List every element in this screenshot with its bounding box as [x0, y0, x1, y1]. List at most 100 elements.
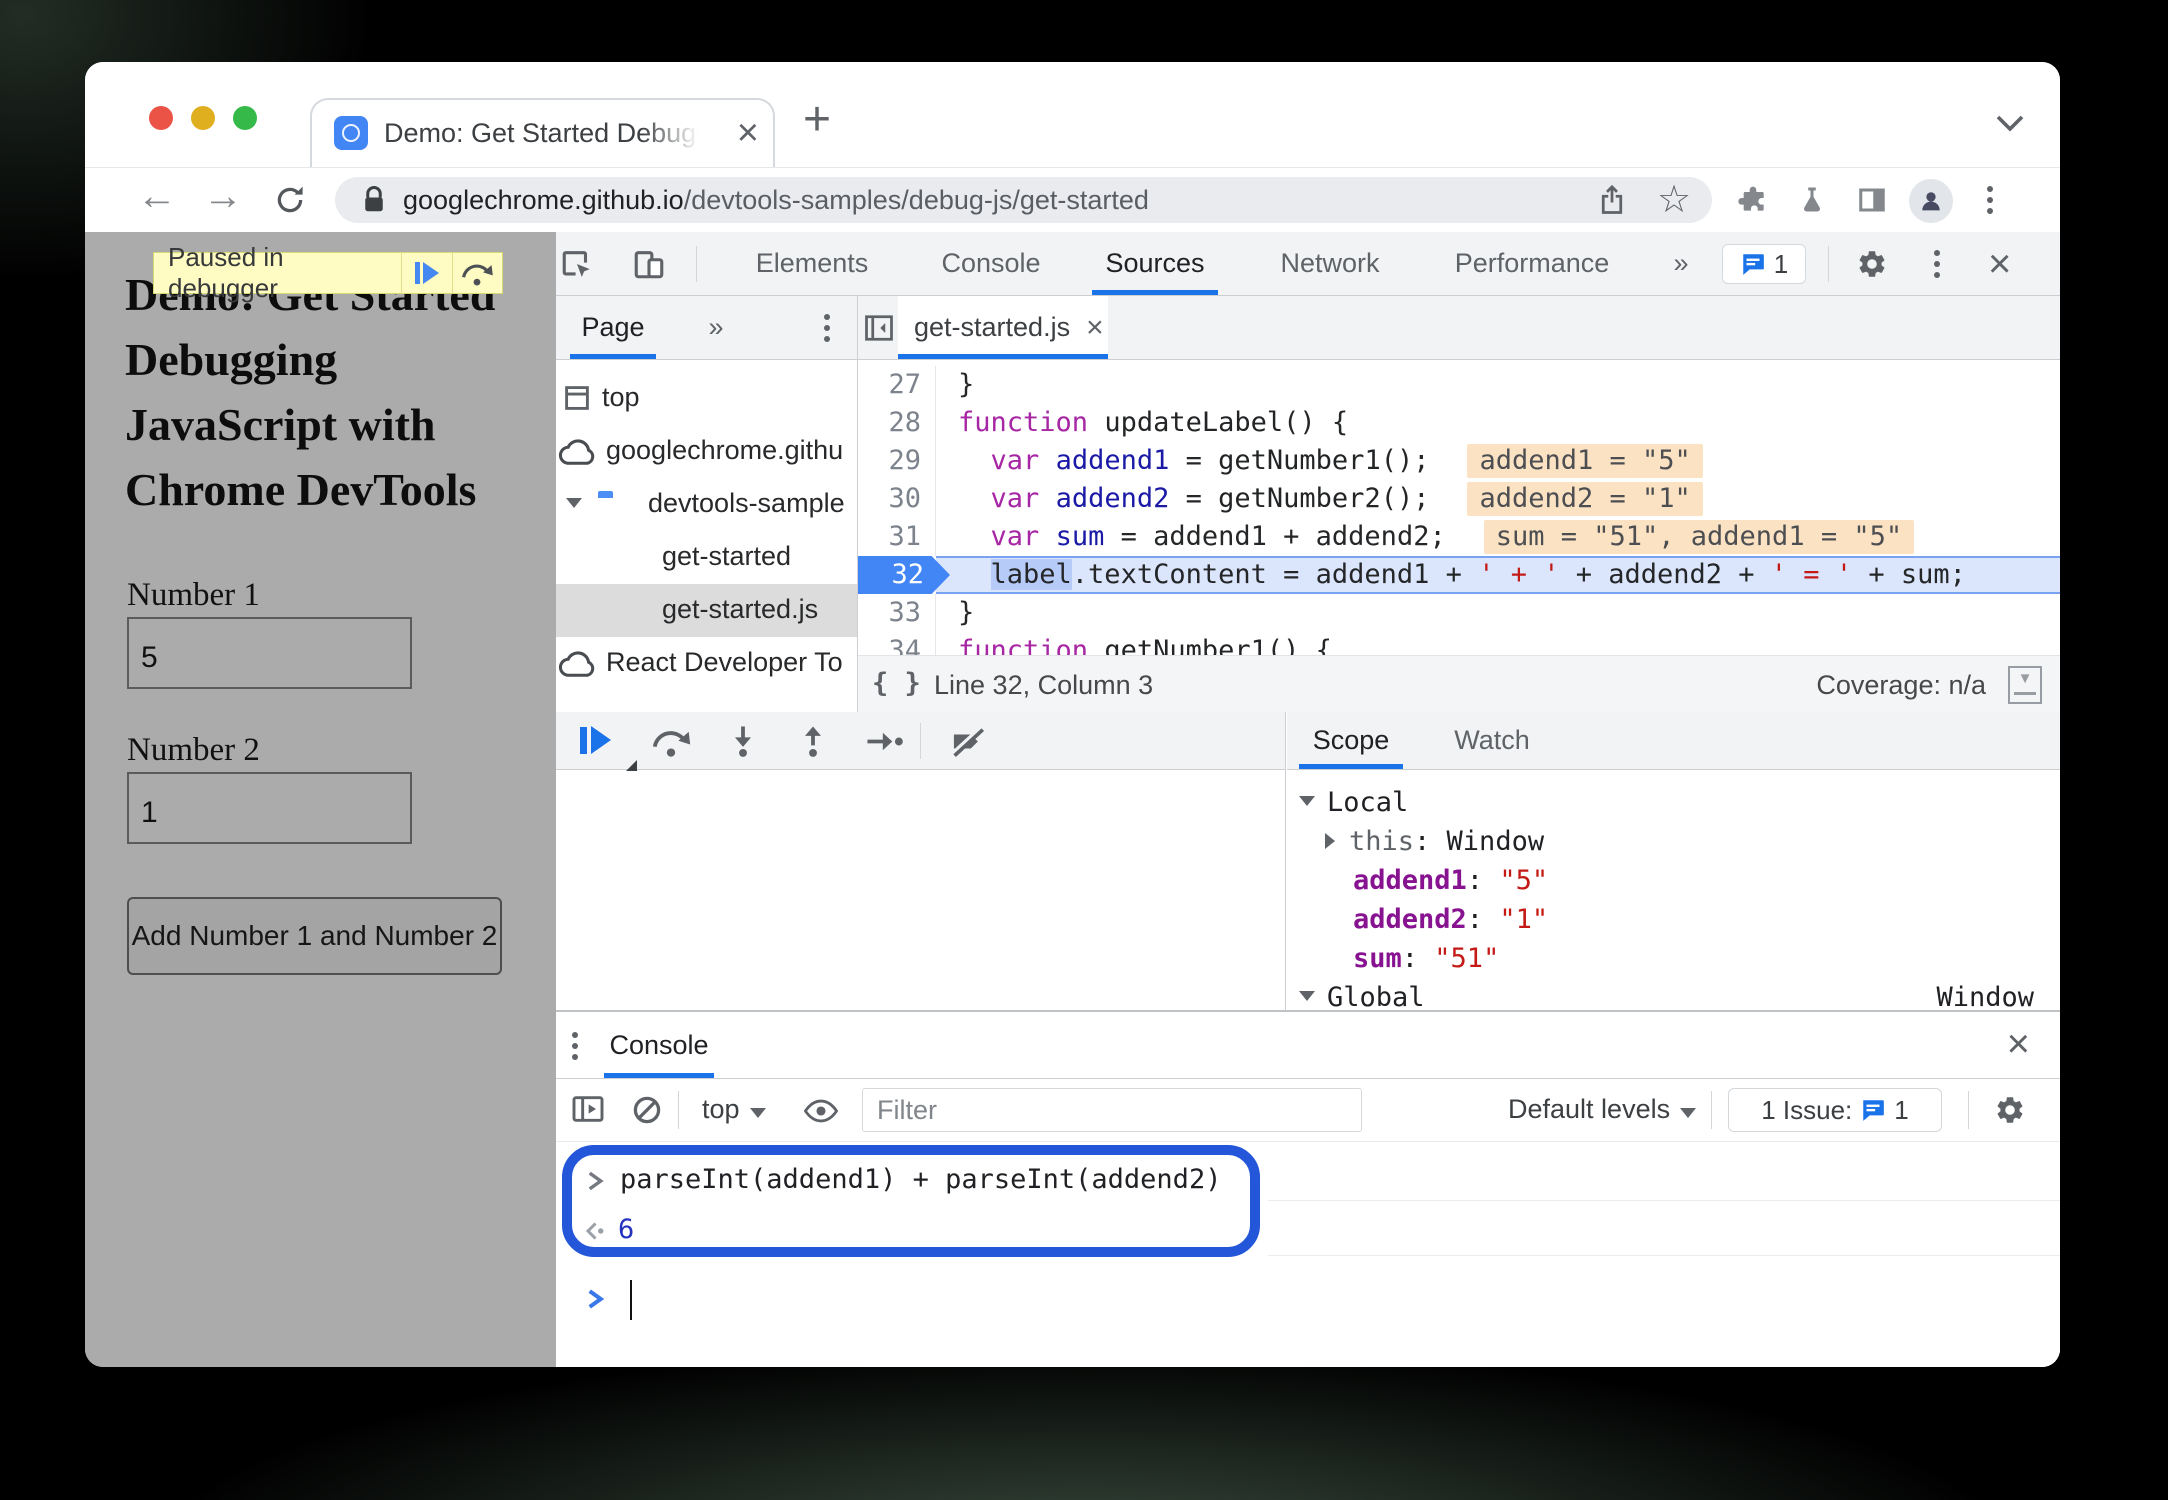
resume-script-icon[interactable] — [402, 252, 451, 294]
tab-performance[interactable]: Performance — [1455, 232, 1610, 295]
code-line-34[interactable]: 34 function getNumber1() { — [858, 632, 2060, 655]
settings-gear-icon[interactable] — [1856, 248, 1888, 280]
default-levels-selector[interactable]: Default levels — [1508, 1094, 1697, 1125]
close-drawer-icon[interactable]: × — [2007, 1024, 2030, 1064]
add-numbers-button[interactable]: Add Number 1 and Number 2 — [127, 897, 502, 975]
tree-item-googlechrome.githu[interactable]: googlechrome.githu — [556, 425, 857, 478]
drawer-kebab-icon[interactable] — [572, 1032, 578, 1038]
browser-tab[interactable]: Demo: Get Started Debugging × — [310, 98, 775, 168]
editor-tab-close-icon[interactable]: × — [1086, 311, 1104, 345]
expand-caret-icon[interactable] — [566, 498, 582, 508]
code-line-28[interactable]: 28 function updateLabel() { — [858, 404, 2060, 442]
tree-item-React Developer To[interactable]: React Developer To — [556, 637, 857, 690]
line-number[interactable]: 32 — [858, 556, 950, 594]
bookmark-star-icon[interactable]: ☆ — [1657, 177, 1691, 222]
console-sidebar-icon[interactable] — [572, 1095, 604, 1123]
line-number[interactable]: 29 — [858, 442, 936, 480]
forward-icon[interactable]: → — [203, 174, 243, 219]
tree-item-get-started.js[interactable]: get-started.js — [556, 584, 857, 637]
browser-menu-kebab-icon[interactable] — [1987, 186, 1993, 192]
close-window-button[interactable] — [149, 106, 173, 130]
number2-input[interactable]: 1 — [127, 772, 412, 844]
scope-row-addend2[interactable]: addend2: "1" — [1287, 901, 2060, 940]
url-text[interactable]: googlechrome.github.io/devtools-samples/… — [403, 185, 1149, 216]
devtools-menu-kebab-icon[interactable] — [1934, 250, 1940, 256]
line-number[interactable]: 33 — [858, 594, 936, 632]
expand-caret-icon[interactable] — [1325, 833, 1335, 849]
drawer-tab-console[interactable]: Console — [604, 1012, 714, 1078]
tab-search-chevron-icon[interactable] — [1995, 114, 2025, 132]
tab-scope[interactable]: Scope — [1299, 712, 1403, 769]
console-issues-button[interactable]: 1 Issue: 1 — [1728, 1088, 1942, 1132]
console-filter-input[interactable] — [862, 1088, 1362, 1132]
code-line-30[interactable]: 30 var addend2 = getNumber2(); addend2 = … — [858, 480, 2060, 518]
code-line-29[interactable]: 29 var addend1 = getNumber1(); addend1 = … — [858, 442, 2060, 480]
live-expression-eye-icon[interactable] — [804, 1098, 838, 1124]
tab-sources[interactable]: Sources — [1092, 232, 1218, 295]
tree-item-devtools-sample[interactable]: devtools-sample — [556, 478, 857, 531]
url-bar[interactable]: googlechrome.github.io/devtools-samples/… — [335, 177, 1712, 223]
maximize-window-button[interactable] — [233, 106, 257, 130]
pretty-print-icon[interactable]: { } — [872, 668, 921, 699]
issues-counter-button[interactable]: 1 — [1722, 244, 1806, 284]
navigator-kebab-icon[interactable] — [824, 314, 830, 320]
step-over-icon[interactable] — [650, 726, 692, 757]
scope-row-sum[interactable]: sum: "51" — [1287, 940, 2060, 979]
resume-icon[interactable] — [580, 726, 637, 771]
number1-input[interactable]: 5 — [127, 617, 412, 689]
tab-close-icon[interactable]: × — [737, 112, 759, 154]
step-out-icon[interactable] — [798, 725, 828, 757]
editor-file-tab[interactable]: get-started.js × — [898, 296, 1108, 359]
new-tab-button[interactable]: + — [803, 92, 831, 147]
close-devtools-icon[interactable]: × — [1988, 244, 2011, 284]
tab-console[interactable]: Console — [926, 232, 1056, 295]
console-row-separator — [1268, 1200, 2060, 1201]
tab-network[interactable]: Network — [1266, 232, 1394, 295]
scope-row-Local[interactable]: Local — [1287, 784, 2060, 823]
more-tabs-chevron[interactable]: » — [1656, 232, 1706, 295]
console-prompt-row[interactable] — [586, 1282, 606, 1313]
source-editor: get-started.js × 27} 28 function updateLab… — [858, 296, 2060, 712]
line-number[interactable]: 28 — [858, 404, 936, 442]
tree-item-get-started[interactable]: get-started — [556, 531, 857, 584]
clear-console-icon[interactable] — [632, 1095, 662, 1125]
minimize-window-button[interactable] — [191, 106, 215, 130]
hide-navigator-icon[interactable] — [864, 313, 894, 343]
line-number[interactable]: 27 — [858, 366, 936, 404]
tab-watch[interactable]: Watch — [1437, 712, 1547, 769]
code-editor[interactable]: 27} 28 function updateLabel() {29 var adde… — [858, 360, 2060, 655]
execution-context-selector[interactable]: top — [702, 1094, 766, 1125]
code-line-32[interactable]: 32 label.textContent = addend1 + ' + ' +… — [858, 556, 2060, 594]
console-result-row[interactable]: 6 — [582, 1214, 634, 1245]
section-caret-icon[interactable] — [1299, 796, 1315, 806]
device-toolbar-icon[interactable] — [632, 247, 666, 281]
step-icon[interactable] — [866, 728, 904, 755]
line-number[interactable]: 34 — [858, 632, 936, 655]
line-number[interactable]: 30 — [858, 480, 936, 518]
side-panel-icon[interactable] — [1857, 185, 1887, 215]
section-caret-icon[interactable] — [1299, 991, 1315, 1001]
navigator-tab-page[interactable]: Page — [570, 296, 656, 359]
navigator-more-tabs[interactable]: » — [696, 296, 736, 359]
step-over-icon[interactable] — [453, 252, 502, 294]
share-icon[interactable] — [1597, 183, 1627, 217]
tab-elements[interactable]: Elements — [752, 232, 872, 295]
console-messages[interactable]: parseInt(addend1) + parseInt(addend2) 6 — [556, 1142, 2060, 1367]
deactivate-breakpoints-icon[interactable] — [948, 726, 988, 757]
reload-icon[interactable] — [273, 183, 307, 217]
back-icon[interactable]: ← — [137, 174, 177, 219]
console-settings-gear-icon[interactable] — [1994, 1094, 2026, 1126]
tree-item-top[interactable]: top — [556, 372, 857, 425]
console-expression-row[interactable]: parseInt(addend1) + parseInt(addend2) — [586, 1164, 1221, 1195]
step-into-icon[interactable] — [728, 725, 758, 757]
scope-row-this[interactable]: this: Window — [1287, 823, 2060, 862]
code-line-33[interactable]: 33} — [858, 594, 2060, 632]
flask-icon[interactable] — [1797, 184, 1827, 216]
inspect-element-icon[interactable] — [560, 247, 594, 281]
code-line-27[interactable]: 27} — [858, 366, 2060, 404]
line-number[interactable]: 31 — [858, 518, 936, 556]
code-line-31[interactable]: 31 var sum = addend1 + addend2; sum = "51… — [858, 518, 2060, 556]
extensions-puzzle-icon[interactable] — [1737, 184, 1769, 216]
profile-avatar[interactable] — [1909, 179, 1953, 223]
scope-row-addend1[interactable]: addend1: "5" — [1287, 862, 2060, 901]
